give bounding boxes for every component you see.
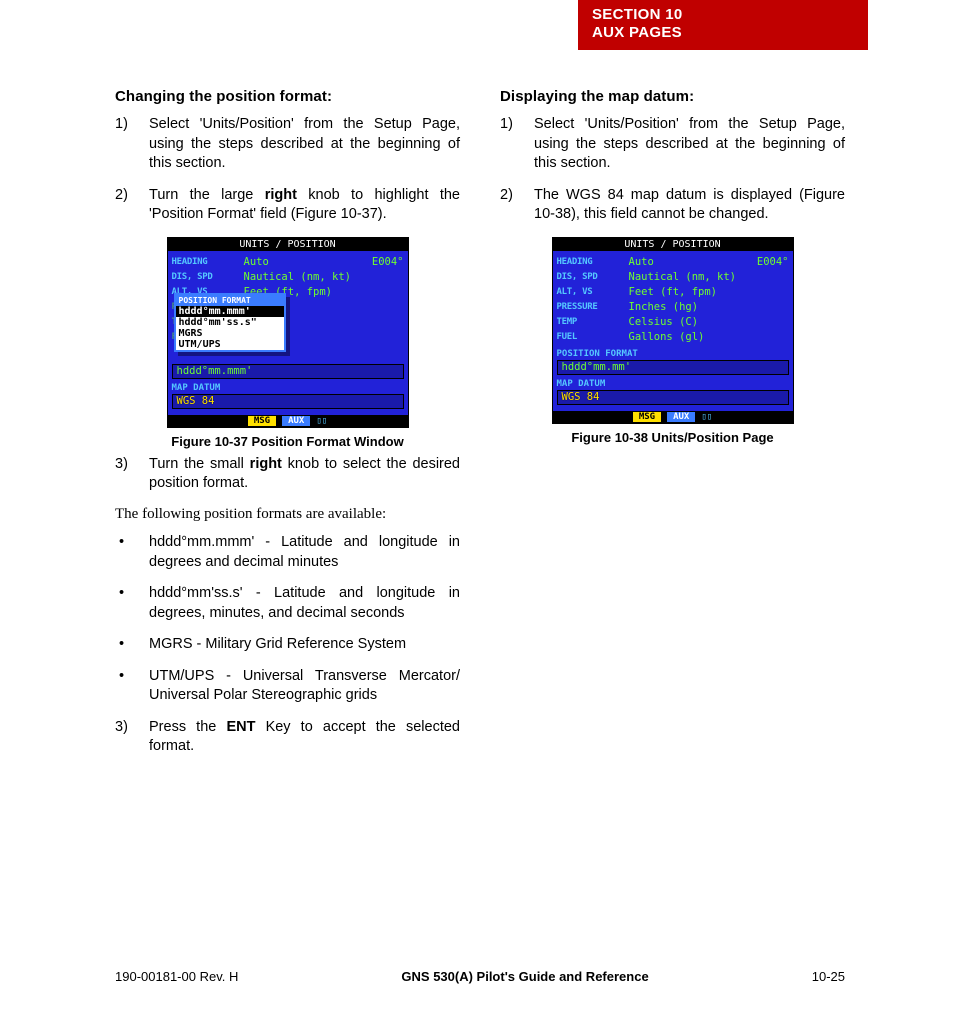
left-column: Changing the position format: 1) Select …	[115, 88, 460, 769]
format-list: •hddd°mm.mmm' - Latitude and longitude i…	[115, 533, 460, 706]
row: TEMPCelsius (C)	[557, 315, 789, 330]
step-num: 3)	[115, 455, 149, 494]
step-num: 2)	[115, 186, 149, 225]
section-line1: SECTION 10	[592, 6, 854, 24]
step-text: Turn the small right knob to select the …	[149, 455, 460, 494]
datum-box: WGS 84	[172, 394, 404, 409]
step-num: 1)	[500, 115, 534, 174]
footer-center: GNS 530(A) Pilot's Guide and Reference	[401, 969, 648, 984]
posfmt-box: hddd°mm.mmm'	[172, 364, 404, 379]
datum-label: MAP DATUM	[172, 383, 404, 393]
step-text: Turn the large right knob to highlight t…	[149, 186, 460, 225]
row: FUELGallons (gl)	[557, 330, 789, 345]
list-item: •hddd°mm.mmm' - Latitude and longitude i…	[115, 533, 460, 572]
gps-screen-37: UNITS / POSITION HEADINGAutoE004° DIS, S…	[167, 237, 409, 428]
ticks-icon: ▯▯	[701, 412, 712, 422]
step: 2) The WGS 84 map datum is displayed (Fi…	[500, 186, 845, 225]
row: ALT, VSFeet (ft, fpm)	[557, 285, 789, 300]
step-text: Press the ENT Key to accept the selected…	[149, 718, 460, 757]
screen-body: HEADINGAutoE004° DIS, SPDNautical (nm, k…	[553, 251, 793, 411]
posfmt-label	[172, 353, 404, 363]
datum-box: WGS 84	[557, 390, 789, 405]
left-steps-1: 1) Select 'Units/Position' from the Setu…	[115, 115, 460, 225]
step-num: 3)	[115, 718, 149, 757]
popup-item: UTM/UPS	[176, 339, 284, 350]
msg-tag: MSG	[248, 416, 276, 426]
msg-tag: MSG	[633, 412, 661, 422]
step: 2) Turn the large right knob to highligh…	[115, 186, 460, 225]
right-heading: Displaying the map datum:	[500, 88, 845, 105]
left-heading: Changing the position format:	[115, 88, 460, 105]
list-item: •MGRS - Military Grid Reference System	[115, 635, 460, 655]
section-line2: AUX PAGES	[592, 24, 854, 42]
step: 1) Select 'Units/Position' from the Setu…	[115, 115, 460, 174]
step: 1) Select 'Units/Position' from the Setu…	[500, 115, 845, 174]
position-format-popup: POSITION FORMAT hddd°mm.mmm' hddd°mm'ss.…	[174, 293, 286, 352]
footer-left: 190-00181-00 Rev. H	[115, 969, 238, 984]
screen-title: UNITS / POSITION	[168, 238, 408, 251]
step-text: The WGS 84 map datum is displayed (Figur…	[534, 186, 845, 225]
datum-label: MAP DATUM	[557, 379, 789, 389]
popup-item: hddd°mm.mmm'	[176, 306, 284, 317]
step-text: Select 'Units/Position' from the Setup P…	[534, 115, 845, 174]
posfmt-box: hddd°mm.mm'	[557, 360, 789, 375]
step-num: 2)	[500, 186, 534, 225]
gps-screen-38: UNITS / POSITION HEADINGAutoE004° DIS, S…	[552, 237, 794, 424]
page-footer: 190-00181-00 Rev. H GNS 530(A) Pilot's G…	[115, 969, 845, 984]
aux-tag: AUX	[282, 416, 310, 426]
row: DIS, SPDNautical (nm, kt)	[172, 270, 404, 285]
step-text: Select 'Units/Position' from the Setup P…	[149, 115, 460, 174]
footer-right: 10-25	[812, 969, 845, 984]
step: 3) Press the ENT Key to accept the selec…	[115, 718, 460, 757]
ticks-icon: ▯▯	[316, 416, 327, 426]
figure-37: UNITS / POSITION HEADINGAutoE004° DIS, S…	[115, 237, 460, 449]
row: HEADINGAutoE004°	[172, 255, 404, 270]
posfmt-label: POSITION FORMAT	[557, 349, 789, 359]
screen-footer: MSG AUX ▯▯	[553, 411, 793, 423]
fig37-caption: Figure 10-37 Position Format Window	[171, 434, 403, 449]
list-item: •hddd°mm'ss.s' - Latitude and longitude …	[115, 584, 460, 623]
row: PRESSUREInches (hg)	[557, 300, 789, 315]
popup-item: hddd°mm'ss.s"	[176, 317, 284, 328]
row: DIS, SPDNautical (nm, kt)	[557, 270, 789, 285]
left-steps-3: 3) Press the ENT Key to accept the selec…	[115, 718, 460, 757]
screen-footer: MSG AUX ▯▯	[168, 415, 408, 427]
screen-title: UNITS / POSITION	[553, 238, 793, 251]
popup-title: POSITION FORMAT	[176, 295, 284, 306]
formats-intro: The following position formats are avail…	[115, 506, 460, 523]
fig38-caption: Figure 10-38 Units/Position Page	[571, 430, 773, 445]
step-num: 1)	[115, 115, 149, 174]
left-steps-2: 3) Turn the small right knob to select t…	[115, 455, 460, 494]
right-steps: 1) Select 'Units/Position' from the Setu…	[500, 115, 845, 225]
list-item: •UTM/UPS - Universal Transverse Mercator…	[115, 667, 460, 706]
content-area: Changing the position format: 1) Select …	[115, 88, 845, 769]
aux-tag: AUX	[667, 412, 695, 422]
section-header: SECTION 10 AUX PAGES	[578, 0, 868, 50]
right-column: Displaying the map datum: 1) Select 'Uni…	[500, 88, 845, 769]
popup-item: MGRS	[176, 328, 284, 339]
figure-38: UNITS / POSITION HEADINGAutoE004° DIS, S…	[500, 237, 845, 445]
row: HEADINGAutoE004°	[557, 255, 789, 270]
step: 3) Turn the small right knob to select t…	[115, 455, 460, 494]
